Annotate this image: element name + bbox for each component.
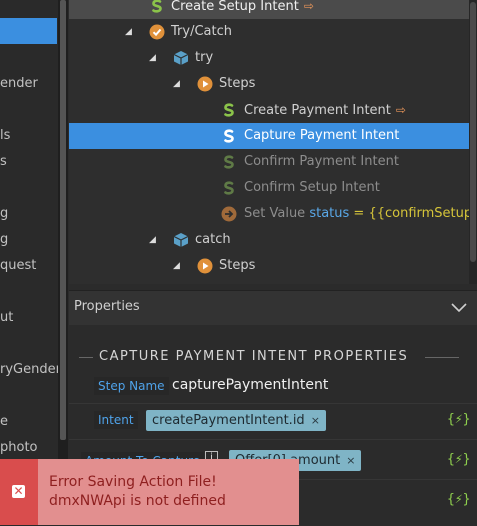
left-panel-item[interactable]: quest [0, 258, 36, 273]
error-toast[interactable]: ✕ Error Saving Action File! dmxNWApi is … [0, 459, 299, 525]
try-catch-icon [149, 24, 165, 40]
tree-item-label: Confirm Setup Intent [244, 180, 380, 195]
tree-item-label: Create Setup Intent [171, 0, 299, 14]
set-value-expression: = {{confirmSetupIntent [353, 206, 469, 221]
link-icon: ⇨ [395, 103, 406, 117]
left-panel-item[interactable]: ryGender [0, 362, 58, 377]
section-divider [425, 357, 459, 358]
tag-remove-icon[interactable]: × [346, 454, 355, 467]
tree-item-label: Create Payment Intent [244, 103, 391, 118]
collapse-triangle-icon[interactable]: ◢ [173, 253, 180, 279]
tree-item-label: catch [195, 232, 231, 247]
tree-item-label: Confirm Payment Intent [244, 154, 399, 169]
tree-item-create-payment-intent[interactable]: Create Payment Intent ⇨ [69, 97, 469, 123]
tree-item-label: Steps [219, 258, 256, 273]
tree-item-steps[interactable]: ◢ Steps [69, 71, 469, 97]
row-divider [69, 439, 477, 440]
tree-item-label: Capture Payment Intent [244, 128, 400, 143]
left-panel-item[interactable]: ut [0, 310, 13, 325]
toast-message: Error Saving Action File! dmxNWApi is no… [49, 474, 226, 509]
arrow-right-circle-icon [221, 206, 237, 222]
tree-scroll-thumb[interactable] [470, 2, 476, 262]
properties-title: Properties [74, 299, 140, 314]
left-panel-item[interactable]: g [0, 206, 8, 221]
left-panel-selected-item[interactable] [0, 18, 57, 44]
properties-header[interactable]: Properties [69, 290, 477, 325]
tree-item-label: try [195, 50, 214, 65]
tree-item-capture-payment-intent[interactable]: Capture Payment Intent [69, 123, 469, 149]
dynamic-data-icon[interactable]: {⚡} [447, 492, 470, 507]
tree-item-confirm-setup-intent[interactable]: Confirm Setup Intent [69, 175, 469, 201]
tree-item-set-value[interactable]: Set Value status = {{confirmSetupIntent [69, 201, 469, 227]
left-panel: ender ls s g g quest ut ryGender e photo [0, 0, 58, 526]
cube-icon [173, 233, 189, 247]
tree-scrollbar[interactable] [469, 0, 477, 284]
section-title: CAPTURE PAYMENT INTENT PROPERTIES [99, 349, 409, 364]
stripe-icon [152, 0, 162, 13]
link-icon: ⇨ [303, 0, 314, 13]
left-panel-item[interactable]: e [0, 414, 8, 429]
collapse-triangle-icon[interactable]: ◢ [125, 19, 132, 45]
left-panel-item[interactable]: g [0, 232, 8, 247]
tree-item-create-setup-intent[interactable]: Create Setup Intent ⇨ [69, 0, 469, 19]
row-divider [69, 403, 477, 404]
left-panel-scroll-thumb[interactable] [60, 0, 66, 440]
tree-item-try[interactable]: ◢ try [69, 45, 469, 71]
tree-item-try-catch[interactable]: ◢ Try/Catch [69, 19, 469, 45]
intent-label: Intent [94, 411, 138, 429]
dynamic-data-icon[interactable]: {⚡} [447, 452, 470, 467]
collapse-triangle-icon[interactable]: ◢ [149, 227, 156, 253]
stripe-icon [224, 181, 234, 195]
left-panel-item[interactable]: photo [0, 440, 38, 455]
set-value-key: status [309, 206, 350, 221]
collapse-triangle-icon[interactable]: ◢ [149, 45, 156, 71]
tree-item-catch[interactable]: ◢ catch [69, 227, 469, 253]
play-icon [197, 76, 213, 92]
tree-item-label: Try/Catch [171, 24, 232, 39]
section-divider [79, 357, 93, 358]
left-panel-item[interactable]: ls [0, 128, 10, 143]
step-name-input[interactable]: capturePaymentIntent [172, 377, 328, 393]
stripe-icon [224, 155, 234, 169]
step-name-label: Step Name [94, 377, 169, 395]
left-panel-item[interactable]: s [0, 154, 7, 169]
intent-tag-text: createPaymentIntent.id [152, 413, 305, 428]
collapse-triangle-icon[interactable]: ◢ [173, 71, 180, 97]
tree-item-catch-steps[interactable]: ◢ Steps [69, 253, 469, 279]
action-steps-tree: Create Setup Intent ⇨ ◢ Try/Catch ◢ try ◢… [69, 0, 469, 284]
tree-item-confirm-payment-intent[interactable]: Confirm Payment Intent [69, 149, 469, 175]
left-panel-scrollbar[interactable] [58, 0, 68, 460]
play-icon [197, 258, 213, 274]
stripe-icon [224, 129, 234, 143]
close-icon[interactable]: ✕ [12, 485, 25, 498]
intent-tag[interactable]: createPaymentIntent.id × [146, 410, 326, 431]
stripe-icon [224, 103, 234, 117]
tag-remove-icon[interactable]: × [311, 414, 320, 427]
tree-item-label: Steps [219, 76, 256, 91]
cube-icon [173, 51, 189, 65]
dynamic-data-icon[interactable]: {⚡} [447, 412, 470, 427]
tree-item-label: Set Value [244, 206, 306, 221]
chevron-down-icon[interactable] [451, 299, 467, 315]
toast-icon-area: ✕ [0, 459, 38, 525]
left-panel-item[interactable]: ender [0, 76, 38, 91]
